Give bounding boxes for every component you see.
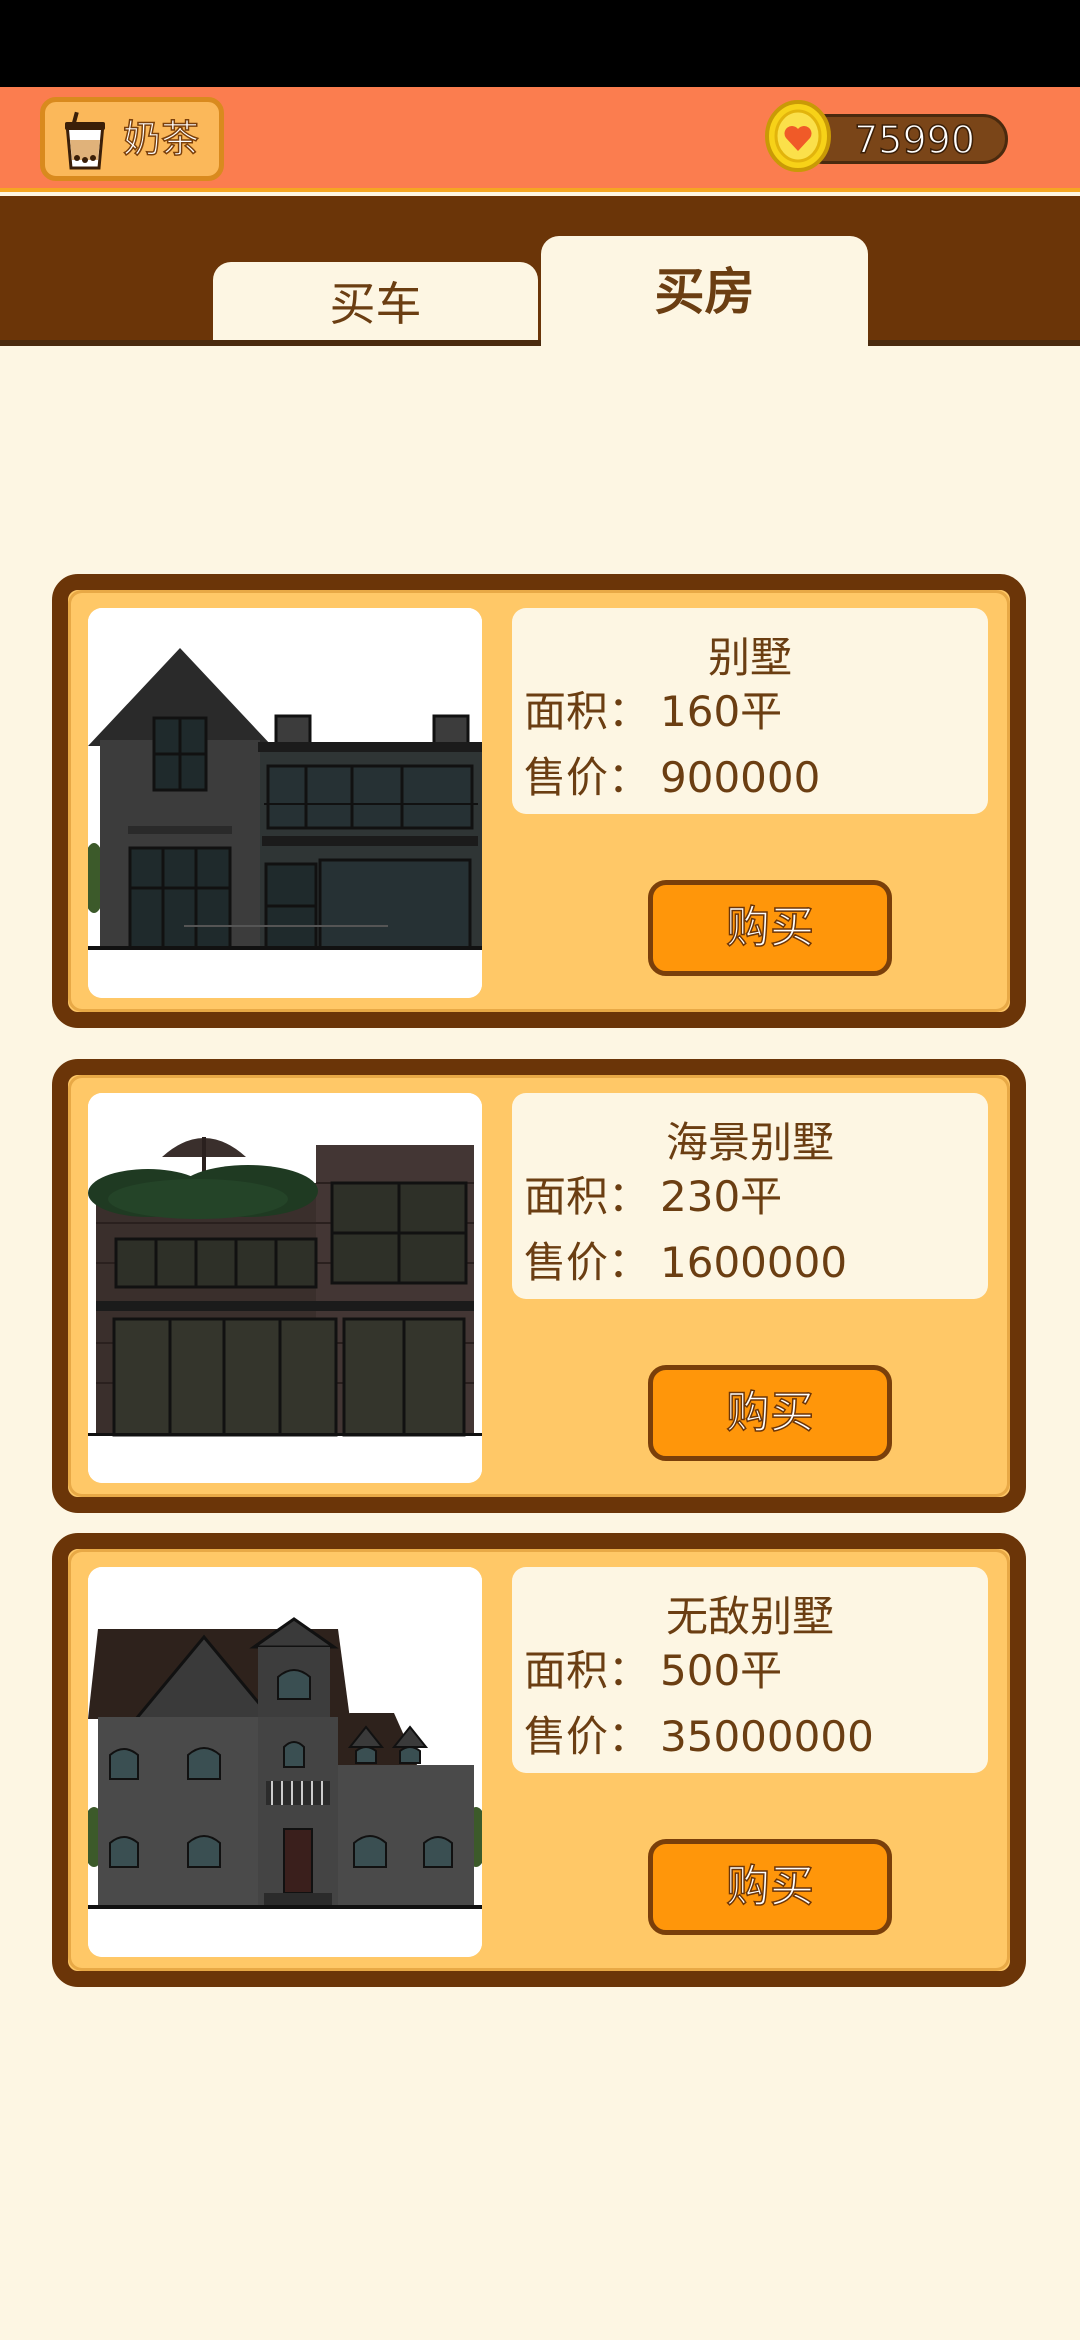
grand-villa-image (88, 1567, 482, 1957)
status-bar (0, 0, 1080, 87)
area-label: 面积： (524, 687, 651, 736)
buy-button[interactable]: 购买 (648, 1839, 892, 1935)
house-area: 面积： 160平 (524, 678, 782, 739)
house-name: 海景别墅 (665, 1118, 834, 1167)
price-value: 900000 (660, 753, 821, 802)
area-value: 500平 (660, 1646, 783, 1695)
area-label: 面积： (524, 1646, 651, 1695)
modern-villa-image (88, 608, 482, 998)
house-price: 售价： 35000000 (524, 1703, 874, 1764)
house-info: 海景别墅 面积： 230平 售价： 1600000 (512, 1093, 988, 1299)
price-label: 售价： (524, 753, 651, 802)
house-card: 别墅 面积： 160平 售价： 900000 购买 (52, 574, 1026, 1028)
house-area: 面积： 230平 (524, 1163, 782, 1224)
milk-tea-cup-icon (65, 111, 105, 170)
seaview-villa-image (88, 1093, 482, 1483)
gold-coin-heart-icon (765, 100, 831, 172)
house-card: 海景别墅 面积： 230平 售价： 1600000 购买 (52, 1059, 1026, 1513)
house-price: 售价： 1600000 (524, 1229, 847, 1290)
price-value: 1600000 (660, 1238, 848, 1287)
price-value: 35000000 (660, 1712, 874, 1761)
buy-button[interactable]: 购买 (648, 880, 892, 976)
house-info: 别墅 面积： 160平 售价： 900000 (512, 608, 988, 814)
tab-buy-car[interactable]: 买车 (213, 262, 538, 344)
area-label: 面积： (524, 1172, 651, 1221)
milk-tea-button[interactable]: 奶茶 (40, 97, 224, 181)
area-value: 230平 (660, 1172, 783, 1221)
buy-button[interactable]: 购买 (648, 1365, 892, 1461)
coin-amount: 75990 (853, 117, 975, 163)
tab-divider (0, 340, 1080, 346)
price-label: 售价： (524, 1238, 651, 1287)
tab-bar (0, 196, 1080, 346)
top-header: 奶茶 75990 (0, 87, 1080, 192)
house-price: 售价： 900000 (524, 744, 820, 805)
house-area: 面积： 500平 (524, 1637, 782, 1698)
price-label: 售价： (524, 1712, 651, 1761)
house-name: 无敌别墅 (665, 1592, 834, 1641)
milk-tea-label: 奶茶 (122, 116, 200, 162)
house-info: 无敌别墅 面积： 500平 售价： 35000000 (512, 1567, 988, 1773)
house-card: 无敌别墅 面积： 500平 售价： 35000000 购买 (52, 1533, 1026, 1987)
tab-buy-house[interactable]: 买房 (541, 236, 868, 348)
area-value: 160平 (660, 687, 783, 736)
house-name: 别墅 (707, 633, 792, 682)
